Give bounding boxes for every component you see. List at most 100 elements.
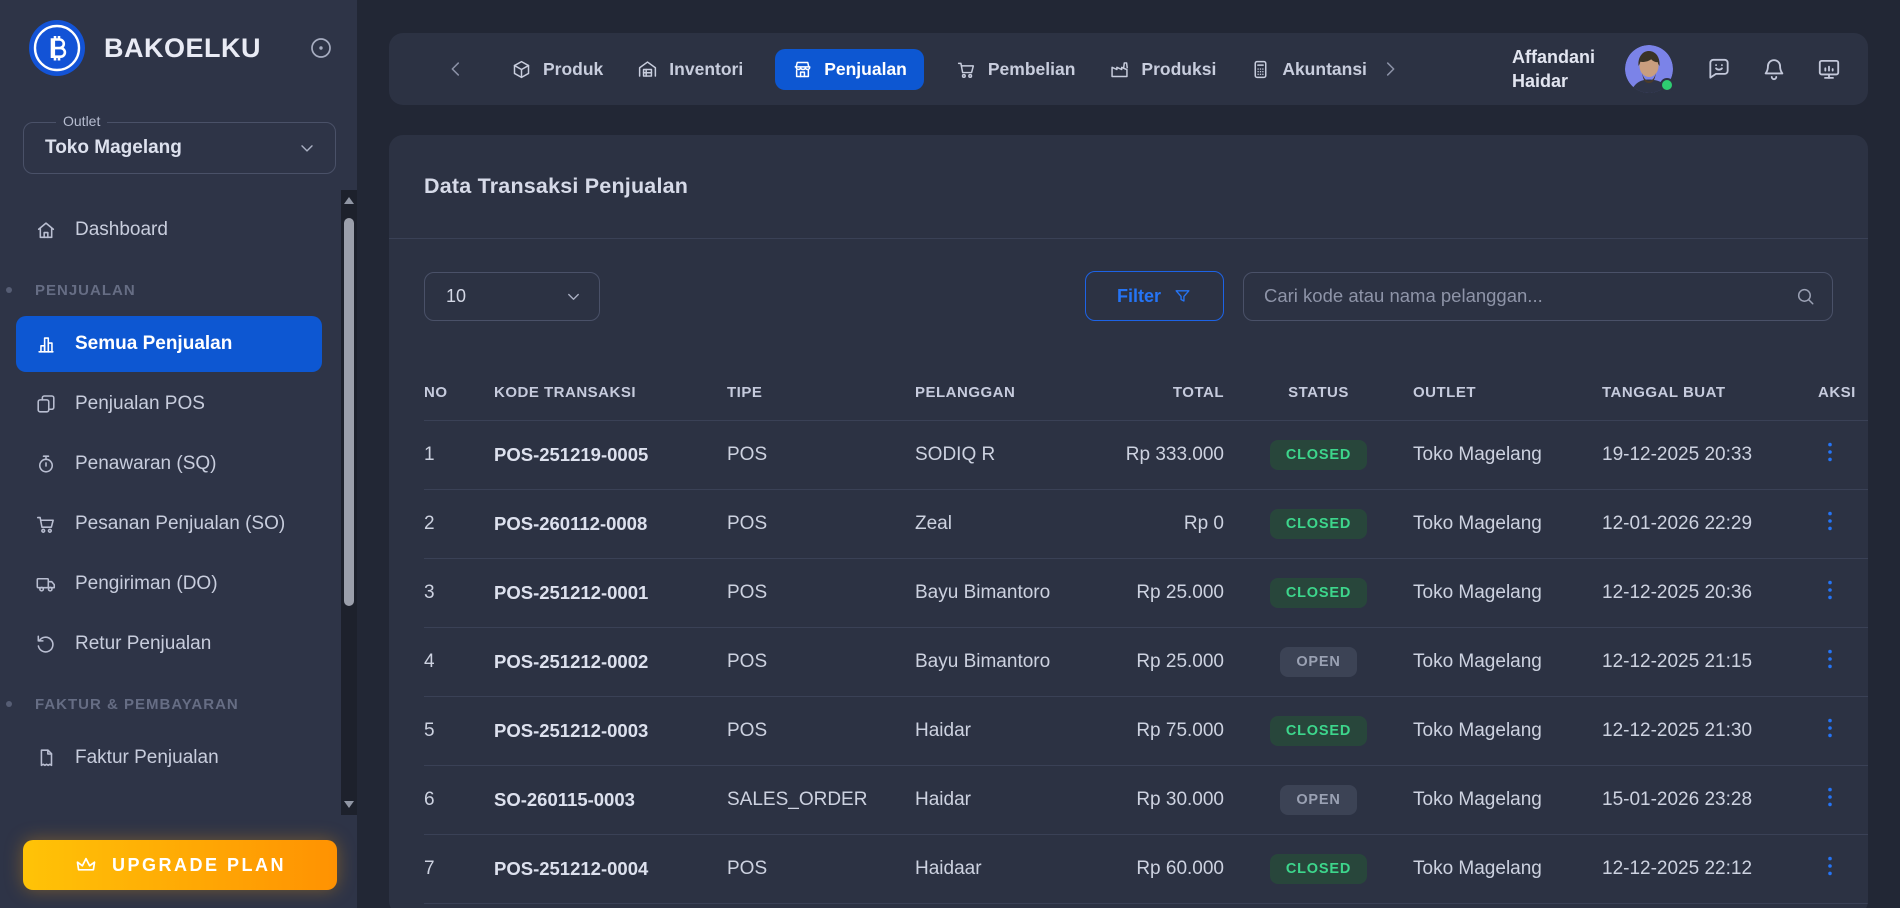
funnel-icon	[1173, 287, 1192, 306]
brand: BAKOELKU	[0, 0, 357, 96]
sidebar-item-pengiriman-do[interactable]: Pengiriman (DO)	[16, 556, 322, 612]
cell-code: POS-251219-0005	[494, 420, 727, 489]
cell-outlet: Toko Magelang	[1413, 420, 1602, 489]
cell-customer: Haidaar	[915, 834, 1090, 903]
transactions-card: Data Transaksi Penjualan 10 Filter NOKOD…	[389, 135, 1868, 908]
cell-customer: Haidar	[915, 696, 1090, 765]
upgrade-plan-button[interactable]: UPGRADE PLAN	[23, 840, 337, 890]
return-icon	[35, 633, 57, 655]
filter-button[interactable]: Filter	[1085, 271, 1224, 321]
row-actions-button[interactable]	[1818, 854, 1842, 878]
column-header: TOTAL	[1090, 366, 1224, 420]
online-status-dot	[1660, 78, 1674, 92]
scrollbar-up-arrow[interactable]	[344, 197, 354, 204]
cell-status: CLOSED	[1224, 489, 1413, 558]
search-box	[1243, 272, 1833, 321]
truck-icon	[35, 573, 57, 595]
nav-forward-button[interactable]	[1379, 58, 1401, 80]
notifications-button[interactable]	[1761, 56, 1787, 82]
cell-no: 2	[424, 489, 494, 558]
row-actions-button[interactable]	[1818, 509, 1842, 533]
tab-produksi[interactable]: Produksi	[1107, 49, 1218, 90]
sidebar-section-label: PENJUALAN	[0, 280, 357, 300]
sidebar-item-semua-penjualan[interactable]: Semua Penjualan	[16, 316, 322, 372]
cell-customer: Haidar	[915, 765, 1090, 834]
row-actions-button[interactable]	[1818, 647, 1842, 671]
row-actions-button[interactable]	[1818, 578, 1842, 602]
tab-pembelian[interactable]: Pembelian	[954, 49, 1078, 90]
cell-actions	[1818, 558, 1868, 627]
table-row: 5POS-251212-0003POSHaidarRp 75.000CLOSED…	[424, 696, 1868, 765]
user-block: Affandani Haidar	[1512, 45, 1842, 94]
cell-total: Rp 75.000	[1090, 696, 1224, 765]
card-header: Data Transaksi Penjualan	[389, 135, 1868, 238]
scrollbar-down-arrow[interactable]	[344, 801, 354, 808]
scrollbar-thumb[interactable]	[344, 218, 354, 606]
tab-penjualan[interactable]: Penjualan	[775, 49, 924, 90]
main-area: Produk Inventori Penjualan Pembelian Pro…	[357, 0, 1900, 908]
row-actions-button[interactable]	[1818, 440, 1842, 464]
search-input[interactable]	[1243, 272, 1833, 321]
cell-total: Rp 333.000	[1090, 420, 1224, 489]
kebab-icon	[1818, 590, 1842, 605]
avatar[interactable]	[1625, 45, 1673, 93]
upgrade-plan-label: UPGRADE PLAN	[112, 855, 286, 876]
cell-actions	[1818, 489, 1868, 558]
page-size-value: 10	[446, 286, 564, 307]
feedback-button[interactable]	[1706, 56, 1732, 82]
page-size-select[interactable]: 10	[424, 272, 600, 321]
chevron-down-icon	[564, 287, 583, 306]
kebab-icon	[1818, 728, 1842, 743]
transactions-table-wrap: NOKODE TRANSAKSITIPEPELANGGANTOTALSTATUS…	[389, 366, 1868, 904]
display-button[interactable]	[1816, 56, 1842, 82]
cell-no: 1	[424, 420, 494, 489]
tab-akuntansi[interactable]: Akuntansi	[1248, 49, 1369, 90]
sidebar-item-penjualan-pos[interactable]: Penjualan POS	[16, 376, 322, 432]
kebab-icon	[1818, 797, 1842, 812]
chevron-right-icon	[1379, 68, 1401, 83]
sidebar-menu: Dashboard PENJUALAN Semua Penjualan Penj…	[0, 202, 357, 786]
cell-outlet: Toko Magelang	[1413, 558, 1602, 627]
cell-date: 12-12-2025 20:36	[1602, 558, 1818, 627]
column-header: AKSI	[1818, 366, 1868, 420]
tab-inventori[interactable]: Inventori	[635, 49, 745, 90]
cell-status: CLOSED	[1224, 696, 1413, 765]
cell-no: 3	[424, 558, 494, 627]
cell-outlet: Toko Magelang	[1413, 489, 1602, 558]
cart-icon	[35, 513, 57, 535]
kebab-icon	[1818, 521, 1842, 536]
tab-produk[interactable]: Produk	[509, 49, 605, 90]
invoice-icon	[35, 747, 57, 769]
row-actions-button[interactable]	[1818, 785, 1842, 809]
cart-icon	[956, 59, 977, 80]
factory-icon	[1109, 59, 1130, 80]
sidebar-scrollbar[interactable]	[341, 190, 357, 815]
nav-back-button[interactable]	[445, 58, 467, 80]
copy-icon	[35, 393, 57, 415]
sidebar-item-pesanan-penjualan-so[interactable]: Pesanan Penjualan (SO)	[16, 496, 322, 552]
box-icon	[511, 59, 532, 80]
cell-customer: SODIQ R	[915, 420, 1090, 489]
cell-actions	[1818, 834, 1868, 903]
sidebar-item-dashboard[interactable]: Dashboard	[16, 202, 322, 258]
cell-outlet: Toko Magelang	[1413, 627, 1602, 696]
outlet-select-label: Outlet	[56, 113, 107, 129]
transactions-table: NOKODE TRANSAKSITIPEPELANGGANTOTALSTATUS…	[424, 366, 1868, 904]
row-actions-button[interactable]	[1818, 716, 1842, 740]
column-header: TIPE	[727, 366, 915, 420]
cell-customer: Bayu Bimantoro	[915, 627, 1090, 696]
table-row: 6SO-260115-0003SALES_ORDERHaidarRp 30.00…	[424, 765, 1868, 834]
column-header: KODE TRANSAKSI	[494, 366, 727, 420]
sidebar-item-retur-penjualan[interactable]: Retur Penjualan	[16, 616, 322, 672]
status-badge: CLOSED	[1270, 509, 1367, 539]
sidebar-item-penawaran-sq[interactable]: Penawaran (SQ)	[16, 436, 322, 492]
cell-no: 6	[424, 765, 494, 834]
table-row: 7POS-251212-0004POSHaidaarRp 60.000CLOSE…	[424, 834, 1868, 903]
table-header-row: NOKODE TRANSAKSITIPEPELANGGANTOTALSTATUS…	[424, 366, 1868, 420]
cell-date: 12-12-2025 22:12	[1602, 834, 1818, 903]
divider	[389, 238, 1868, 239]
sidebar-item-faktur-penjualan[interactable]: Faktur Penjualan	[16, 730, 322, 786]
table-controls: 10 Filter	[389, 271, 1868, 321]
outlet-select[interactable]: Outlet Toko Magelang	[23, 122, 336, 174]
sidebar-toggle-button[interactable]	[309, 36, 333, 60]
